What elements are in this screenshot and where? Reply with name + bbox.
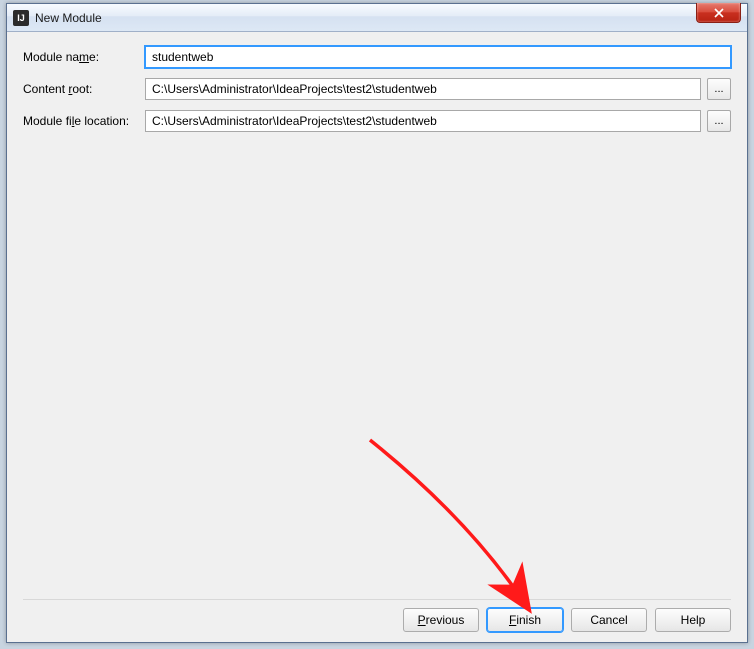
spacer xyxy=(23,142,731,593)
module-file-location-label: Module file location: xyxy=(23,114,145,128)
module-name-row: Module name: xyxy=(23,46,731,68)
content-root-row: Content root: ... xyxy=(23,78,731,100)
content-root-input[interactable] xyxy=(145,78,701,100)
new-module-dialog: IJ New Module Module name: Content root:… xyxy=(6,3,748,643)
intellij-icon: IJ xyxy=(13,10,29,26)
content-root-browse-button[interactable]: ... xyxy=(707,78,731,100)
help-button[interactable]: Help xyxy=(655,608,731,632)
module-file-location-input[interactable] xyxy=(145,110,701,132)
module-file-location-row: Module file location: ... xyxy=(23,110,731,132)
close-button[interactable] xyxy=(696,3,741,23)
module-name-input[interactable] xyxy=(145,46,731,68)
cancel-button[interactable]: Cancel xyxy=(571,608,647,632)
module-file-browse-button[interactable]: ... xyxy=(707,110,731,132)
titlebar[interactable]: IJ New Module xyxy=(7,4,747,32)
module-name-label: Module name: xyxy=(23,50,145,64)
window-title: New Module xyxy=(35,11,102,25)
finish-button[interactable]: Finish xyxy=(487,608,563,632)
dialog-content: Module name: Content root: ... Module fi… xyxy=(7,32,747,642)
button-bar: Previous Finish Cancel Help xyxy=(23,599,731,632)
close-icon xyxy=(713,8,725,18)
previous-button[interactable]: Previous xyxy=(403,608,479,632)
content-root-label: Content root: xyxy=(23,82,145,96)
